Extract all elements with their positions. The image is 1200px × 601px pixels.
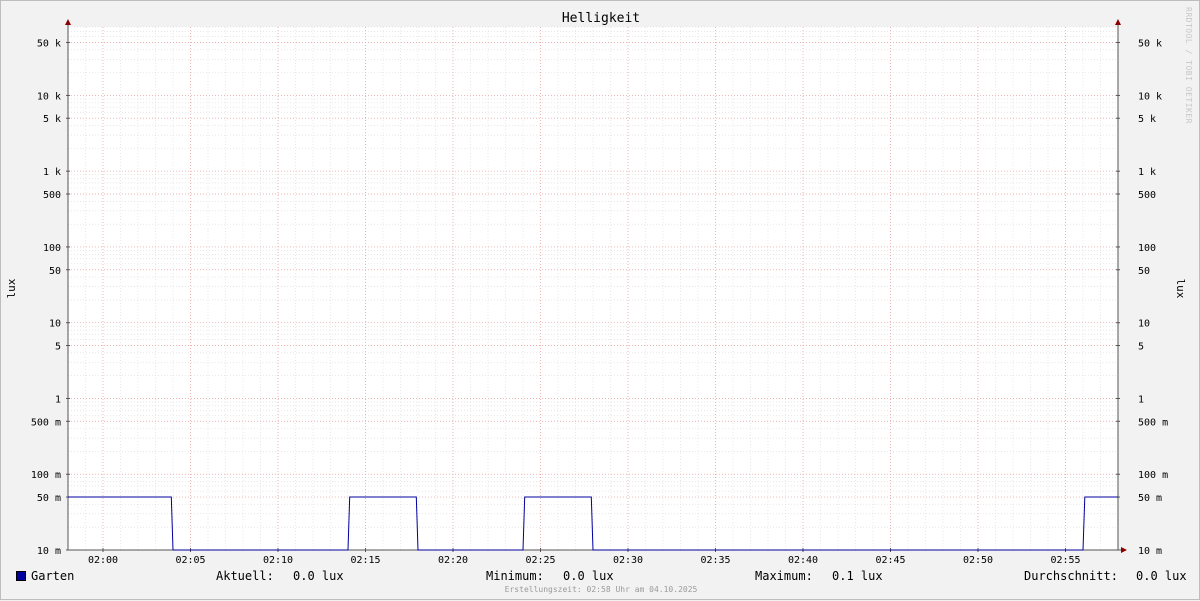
y-tick-label-left: 100 m	[31, 470, 61, 481]
x-tick-label: 02:35	[700, 555, 730, 566]
y-tick-label-right: 1	[1138, 394, 1144, 405]
y-tick-label-right: 500 m	[1138, 417, 1168, 428]
y-axis-label-right: lux	[1174, 279, 1187, 299]
y-tick-label-left: 10	[49, 319, 61, 330]
x-tick-label: 02:30	[613, 555, 643, 566]
y-tick-label-left: 1 k	[43, 167, 61, 178]
stat-maximum-value: 0.1 lux	[832, 569, 883, 583]
y-tick-label-left: 50 m	[37, 493, 61, 504]
stat-minimum-value: 0.0 lux	[563, 569, 614, 583]
stat-aktuell-label: Aktuell:	[216, 569, 274, 583]
x-tick-label: 02:40	[788, 555, 818, 566]
stat-minimum-label: Minimum:	[486, 569, 544, 583]
stat-durchschnitt-value: 0.0 lux	[1136, 569, 1187, 583]
y-tick-label-right: 10	[1138, 319, 1150, 330]
y-tick-label-right: 10 k	[1138, 91, 1162, 102]
x-tick-label: 02:55	[1050, 555, 1080, 566]
legend-swatch-garten	[16, 571, 26, 581]
y-axis-right-arrow	[1115, 19, 1121, 25]
graph-frame: Helligkeit RRDTOOL / TOBI OETIKER 50 k 50…	[0, 0, 1200, 600]
y-tick-label-right: 500	[1138, 190, 1156, 201]
y-tick-label-right: 10 m	[1138, 546, 1162, 557]
y-axis-left-arrow	[65, 19, 71, 25]
y-axis-label-left: lux	[5, 278, 18, 298]
x-tick-label: 02:10	[263, 555, 293, 566]
stat-maximum-label: Maximum:	[755, 569, 813, 583]
y-tick-label-left: 500 m	[31, 417, 61, 428]
y-tick-label-right: 50	[1138, 266, 1150, 277]
y-tick-label-left: 50 k	[37, 38, 61, 49]
y-tick-label-right: 100 m	[1138, 470, 1168, 481]
y-tick-label-right: 5	[1138, 342, 1144, 353]
y-tick-label-right: 5 k	[1138, 114, 1156, 125]
y-tick-label-left: 1	[55, 394, 61, 405]
x-tick-label: 02:05	[175, 555, 205, 566]
footer-creation-time: Erstellungszeit: 02:58 Uhr am 04.10.2025	[504, 585, 698, 594]
y-tick-label-left: 5	[55, 342, 61, 353]
chart-area: 50 k 50 k10 k 10 k5 k5 k1 k1 k500 500100 100…	[5, 19, 1187, 566]
legend-series-name: Garten	[31, 569, 75, 583]
y-tick-label-right: 50 m	[1138, 493, 1162, 504]
legend-row: Garten Aktuell: 0.0 lux Minimum: 0.0 lux…	[1, 569, 1200, 585]
y-tick-label-right: 50 k	[1138, 38, 1162, 49]
y-tick-label-right: 1 k	[1138, 167, 1156, 178]
x-tick-label: 02:45	[875, 555, 905, 566]
x-tick-label: 02:25	[525, 555, 555, 566]
x-tick-label: 02:20	[438, 555, 468, 566]
y-tick-label-right: 100	[1138, 243, 1156, 254]
x-tick-label: 02:15	[350, 555, 380, 566]
stat-aktuell-value: 0.0 lux	[293, 569, 344, 583]
y-tick-label-left: 10 k	[37, 91, 61, 102]
y-tick-label-left: 10 m	[37, 546, 61, 557]
x-axis-arrow	[1121, 547, 1127, 553]
y-tick-label-left: 500	[43, 190, 61, 201]
y-tick-label-left: 5 k	[43, 114, 61, 125]
x-tick-label: 02:00	[88, 555, 118, 566]
x-tick-label: 02:50	[963, 555, 993, 566]
y-tick-label-left: 100	[43, 243, 61, 254]
stat-durchschnitt-label: Durchschnitt:	[1024, 569, 1118, 583]
y-tick-label-left: 50	[49, 266, 61, 277]
